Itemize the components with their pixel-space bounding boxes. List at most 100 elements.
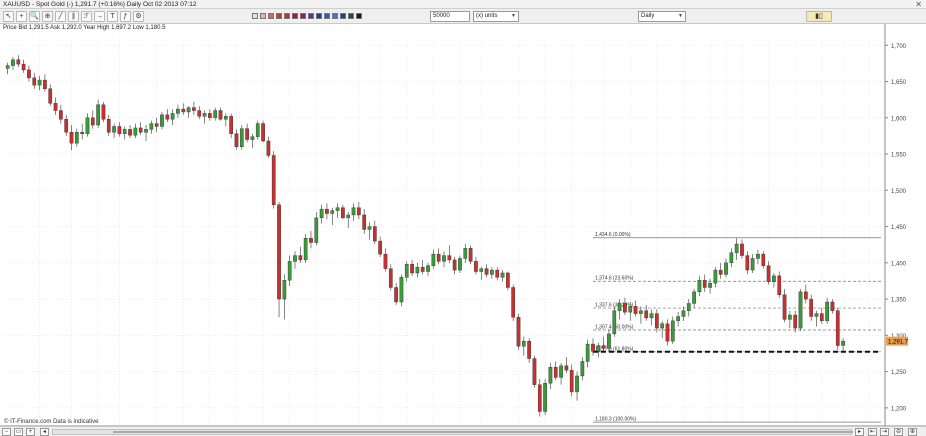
candle-body — [591, 343, 595, 352]
candle-body — [245, 128, 249, 140]
candle-body — [192, 107, 196, 111]
color-swatch[interactable] — [260, 13, 266, 19]
fibonacci-icon[interactable]: ℱ — [81, 11, 92, 22]
candle-body — [692, 291, 696, 304]
candle-body — [521, 340, 526, 347]
color-swatch[interactable] — [292, 13, 298, 19]
zoom-icon[interactable]: ⊕ — [42, 11, 53, 22]
candle-body — [43, 79, 47, 89]
units-input[interactable]: 50000 — [430, 11, 470, 22]
candle-body — [16, 59, 21, 65]
trendline-icon[interactable]: ╱ — [55, 11, 66, 22]
footer-credit: © IT-Finance.com Data is indicative — [4, 418, 99, 425]
color-swatch[interactable] — [284, 13, 290, 19]
candle-body — [298, 255, 303, 261]
candle-body — [223, 116, 228, 120]
candle-body — [144, 129, 148, 133]
candle-body — [745, 255, 750, 271]
candle-body — [511, 287, 516, 318]
candle-body — [681, 310, 686, 317]
fit-icon[interactable]: ▭ — [14, 428, 23, 436]
chevron-down-icon: ▼ — [511, 13, 516, 19]
price-chart[interactable]: 1,2001,2501,3001,3501,4001,4501,5001,550… — [0, 24, 926, 436]
candle-body — [319, 208, 324, 219]
period-select[interactable]: Daily ▼ — [638, 11, 686, 22]
y-tick-label: 1,550 — [891, 153, 907, 159]
candle-body — [32, 77, 37, 86]
scroll-left-icon[interactable]: ◂ — [40, 428, 49, 436]
zoom-reduce-icon[interactable]: ⊖ — [894, 428, 903, 436]
indicator-icon[interactable]: ƒ — [120, 11, 131, 22]
candle-body — [96, 104, 100, 126]
settings-icon[interactable]: ⚙ — [133, 11, 144, 22]
candle-body — [154, 123, 159, 127]
units-select[interactable]: (x) units ▼ — [473, 11, 519, 22]
color-swatch[interactable] — [340, 13, 346, 19]
candle-body — [569, 369, 574, 393]
color-swatch[interactable] — [252, 13, 258, 19]
zoom-enlarge-icon[interactable]: ⊕ — [908, 428, 917, 436]
candle-body — [580, 361, 585, 377]
candle-body — [825, 301, 829, 322]
candle-body — [527, 340, 531, 359]
candle-body — [404, 264, 409, 278]
chart-type-button[interactable]: ▮▯ — [806, 11, 832, 22]
cursor-icon[interactable]: ↖ — [3, 11, 14, 22]
zoom-in-icon[interactable]: + — [26, 428, 35, 436]
candle-body — [85, 117, 90, 134]
candle-body — [271, 155, 276, 206]
candle-body — [101, 104, 106, 120]
candle-body — [133, 127, 138, 136]
candle-body — [447, 255, 452, 261]
candle-body — [53, 103, 58, 111]
candle-body — [282, 280, 287, 300]
color-swatch[interactable] — [316, 13, 322, 19]
candle-body — [218, 110, 223, 120]
text-icon[interactable]: T — [107, 11, 118, 22]
nav-right-icon[interactable]: ⇥ — [880, 428, 889, 436]
close-icon[interactable]: ✕ — [915, 0, 922, 9]
color-swatch[interactable] — [324, 13, 330, 19]
candle-body — [516, 317, 521, 347]
candle-body — [346, 214, 351, 219]
candle-body — [819, 313, 824, 322]
candle-body — [399, 277, 404, 303]
scrollbar-thumb[interactable] — [113, 431, 853, 433]
candle-body — [378, 240, 382, 255]
candle-body — [468, 248, 473, 262]
window-title-bar: XAUUSD - Spot Gold (-) 1,291.7 (+0.16%) … — [0, 0, 926, 9]
candle-body — [229, 116, 234, 134]
candle-body — [11, 59, 15, 66]
nav-left-icon[interactable]: ⇤ — [868, 428, 877, 436]
magnifier-icon[interactable]: 🔍 — [29, 11, 40, 22]
candle-body — [138, 127, 143, 133]
candle-body — [367, 226, 372, 230]
ray-icon[interactable]: → — [94, 11, 105, 22]
color-swatch[interactable] — [356, 13, 362, 19]
scroll-right-icon[interactable]: ▸ — [855, 428, 864, 436]
toolbar: ↖ + 🔍 ⊕ ╱ ∥ ℱ → Tƒ ⚙ 50000 (x) units ▼ Daily ▼ ▮▯ — [0, 9, 926, 24]
candle-body — [277, 204, 281, 300]
candle-body — [5, 65, 10, 69]
color-swatch[interactable] — [300, 13, 306, 19]
candle-body — [436, 253, 441, 262]
candle-body — [330, 210, 335, 214]
horizontal-scrollbar[interactable] — [52, 429, 853, 435]
color-swatch[interactable] — [268, 13, 274, 19]
candle-body — [122, 129, 127, 134]
zoom-out-icon[interactable]: − — [2, 428, 11, 436]
candle-body — [537, 384, 542, 412]
candle-body — [830, 301, 835, 311]
color-swatch[interactable] — [332, 13, 338, 19]
candle-body — [357, 207, 361, 216]
crosshair-icon[interactable]: + — [16, 11, 27, 22]
candle-body — [601, 345, 606, 349]
color-swatch[interactable] — [348, 13, 354, 19]
candle-body — [186, 107, 191, 113]
candle-body — [309, 237, 313, 243]
color-swatch[interactable] — [276, 13, 282, 19]
color-swatch[interactable] — [308, 13, 314, 19]
channel-icon[interactable]: ∥ — [68, 11, 79, 22]
candle-body — [756, 253, 760, 259]
candle-body — [372, 226, 377, 242]
